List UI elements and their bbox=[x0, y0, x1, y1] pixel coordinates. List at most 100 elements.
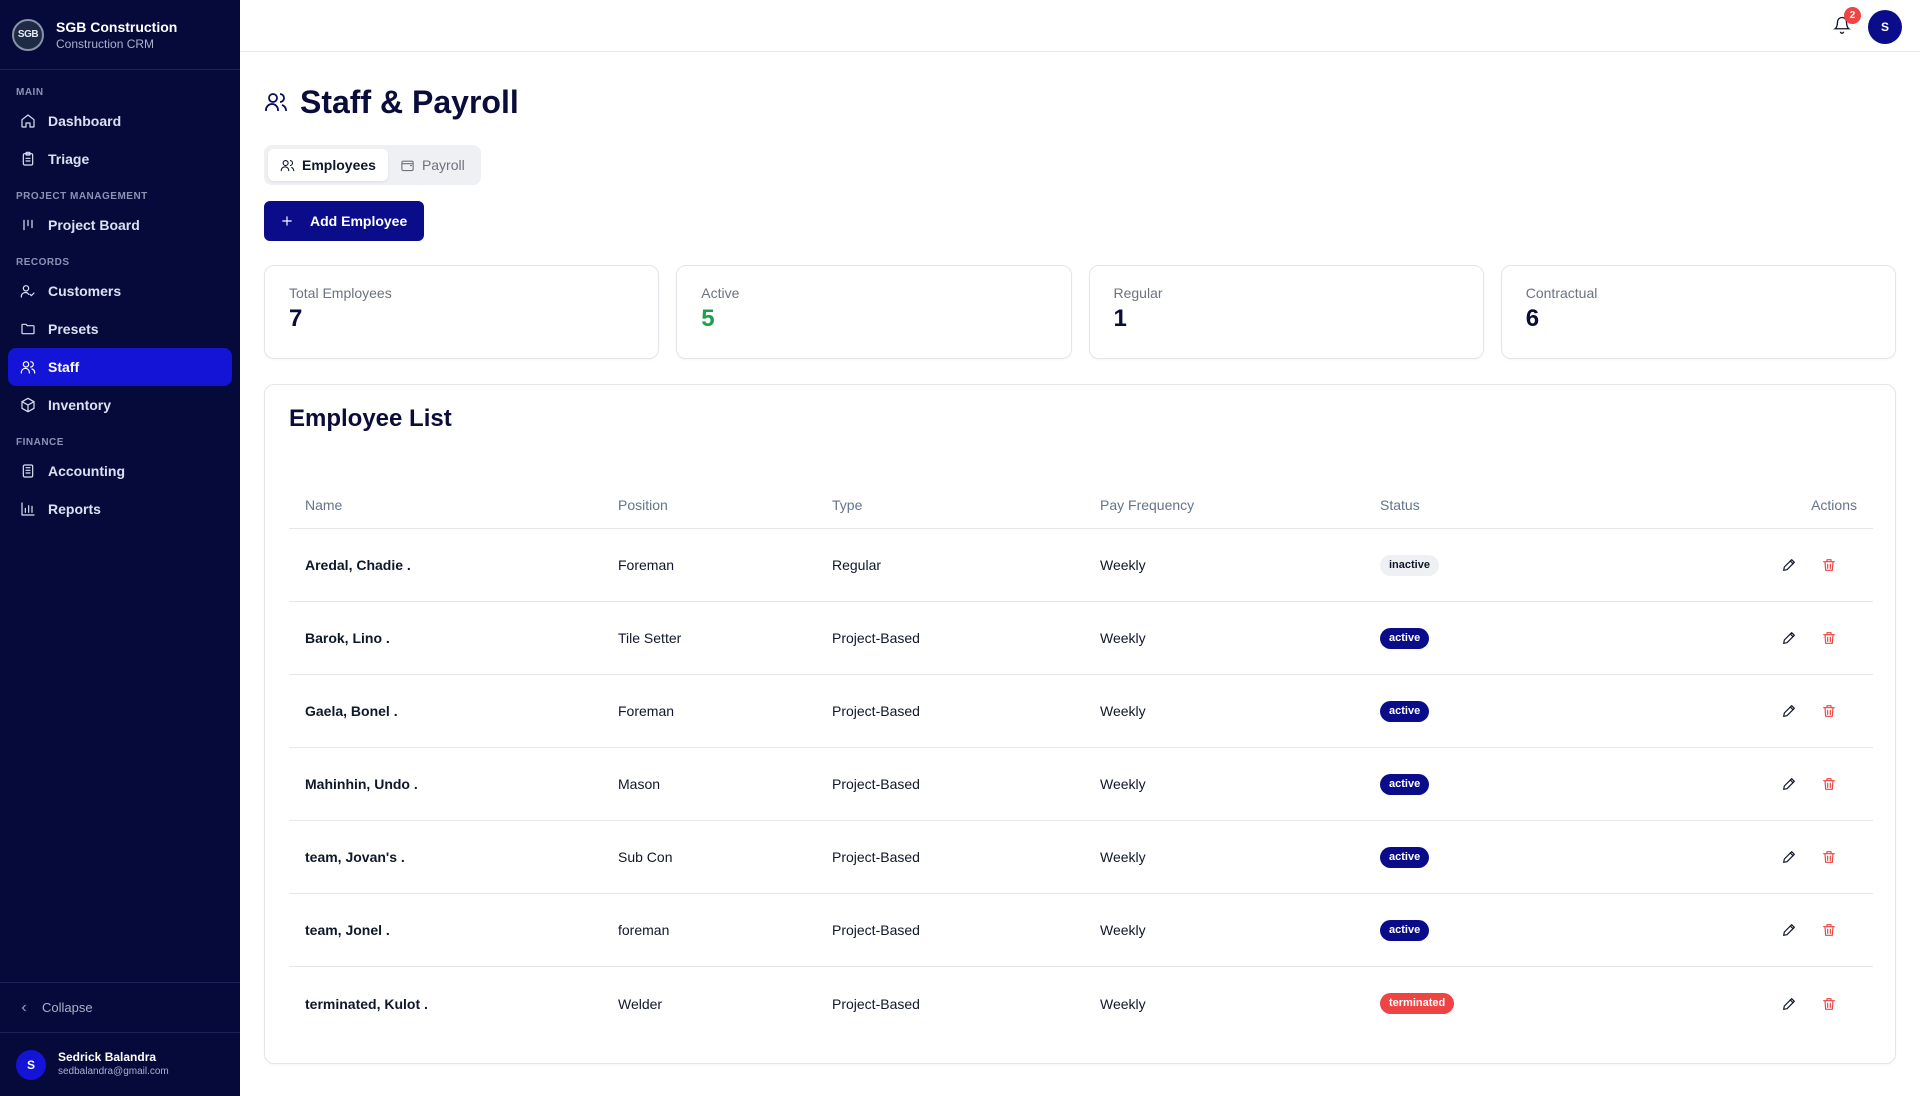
tab-list: Employees Payroll bbox=[264, 145, 481, 185]
tab-label: Employees bbox=[302, 157, 376, 173]
employee-pay-frequency: Weekly bbox=[1100, 995, 1146, 1012]
column-header-pay-frequency: Pay Frequency bbox=[1100, 496, 1195, 513]
page-header: Staff & Payroll bbox=[264, 80, 519, 124]
trash-icon[interactable] bbox=[1821, 849, 1837, 865]
table-header: Name Position Type Pay Frequency Status … bbox=[289, 481, 1873, 529]
stat-label: Total Employees bbox=[289, 285, 392, 301]
sidebar-item-label: Dashboard bbox=[48, 113, 122, 129]
trash-icon[interactable] bbox=[1821, 996, 1837, 1012]
sidebar-item-triage[interactable]: Triage bbox=[8, 140, 232, 178]
clipboard-icon bbox=[20, 151, 36, 167]
sidebar-item-label: Presets bbox=[48, 321, 99, 337]
sidebar-item-reports[interactable]: Reports bbox=[8, 490, 232, 528]
user-name: Sedrick Balandra bbox=[58, 1050, 157, 1064]
sidebar-item-presets[interactable]: Presets bbox=[8, 310, 232, 348]
sidebar-item-label: Accounting bbox=[48, 463, 125, 479]
users-icon bbox=[20, 359, 36, 375]
bar-chart-icon bbox=[20, 501, 36, 517]
stat-card-total-employees: Total Employees 7 bbox=[264, 265, 660, 359]
column-header-name: Name bbox=[305, 496, 343, 513]
employee-position: foreman bbox=[618, 922, 670, 938]
status-badge: terminated bbox=[1380, 993, 1455, 1014]
stat-value: 7 bbox=[289, 305, 303, 332]
employee-position: Foreman bbox=[618, 703, 675, 719]
ledger-icon bbox=[20, 463, 36, 479]
column-header-status: Status bbox=[1380, 496, 1420, 513]
trash-icon[interactable] bbox=[1821, 922, 1837, 938]
sidebar-item-inventory[interactable]: Inventory bbox=[8, 386, 232, 424]
trash-icon[interactable] bbox=[1821, 557, 1837, 573]
nav-section-project-management: PROJECT MANAGEMENT bbox=[16, 191, 148, 202]
card-title: Employee List bbox=[289, 405, 452, 432]
employee-type: Project-Based bbox=[832, 849, 920, 865]
sidebar-item-label: Reports bbox=[48, 501, 101, 517]
employee-name: Aredal, Chadie . bbox=[305, 557, 411, 573]
sidebar-item-project-board[interactable]: Project Board bbox=[8, 206, 232, 244]
topbar: 2 S bbox=[240, 0, 1920, 52]
status-badge: active bbox=[1380, 919, 1430, 941]
trash-icon[interactable] bbox=[1821, 776, 1837, 792]
edit-icon[interactable] bbox=[1781, 557, 1797, 573]
stat-value: 5 bbox=[701, 305, 715, 332]
employee-pay-frequency: Weekly bbox=[1100, 922, 1146, 938]
collapse-button[interactable]: Collapse bbox=[0, 982, 240, 1032]
status-badge: active bbox=[1380, 773, 1430, 795]
tab-label: Payroll bbox=[421, 157, 465, 173]
sidebar-item-customers[interactable]: Customers bbox=[8, 272, 232, 310]
employee-name: Gaela, Bonel . bbox=[305, 703, 398, 719]
employee-position: Welder bbox=[618, 995, 663, 1012]
sidebar-item-accounting[interactable]: Accounting bbox=[8, 452, 232, 490]
tab-payroll[interactable]: Payroll bbox=[388, 149, 477, 181]
edit-icon[interactable] bbox=[1781, 922, 1797, 938]
edit-icon[interactable] bbox=[1781, 703, 1797, 719]
column-header-actions: Actions bbox=[1811, 496, 1857, 513]
avatar: S bbox=[16, 1049, 46, 1080]
employee-table: Name Position Type Pay Frequency Status … bbox=[289, 481, 1873, 1040]
edit-icon[interactable] bbox=[1781, 776, 1797, 792]
column-header-position: Position bbox=[618, 496, 668, 513]
employee-type: Regular bbox=[832, 557, 882, 573]
edit-icon[interactable] bbox=[1781, 630, 1797, 646]
folder-icon bbox=[20, 321, 36, 337]
stat-value: 6 bbox=[1525, 305, 1540, 332]
stat-card-regular: Regular 1 bbox=[1088, 265, 1484, 359]
table-row[interactable]: terminated, Kulot . Welder Project-Based We… bbox=[289, 967, 1873, 1040]
add-employee-label: Add Employee bbox=[310, 213, 408, 229]
home-icon bbox=[20, 113, 36, 129]
page-title: Staff & Payroll bbox=[300, 83, 519, 120]
user-profile[interactable]: S Sedrick Balandra sedbalandra@gmail.com bbox=[0, 1032, 240, 1096]
tab-employees[interactable]: Employees bbox=[268, 149, 388, 181]
employee-list-card: Employee List Name Position Type Pay Fre… bbox=[264, 384, 1896, 1064]
add-employee-button[interactable]: Add Employee bbox=[264, 201, 424, 241]
user-email: sedbalandra@gmail.com bbox=[58, 1066, 169, 1077]
sidebar: SGB SGB Construction Construction CRM MA… bbox=[0, 0, 240, 1096]
sidebar-item-label: Inventory bbox=[48, 397, 112, 413]
stat-label: Active bbox=[701, 285, 740, 301]
users-icon bbox=[265, 93, 287, 111]
table-row[interactable]: team, Jovan's . Sub Con Project-Based Weekl… bbox=[289, 821, 1873, 894]
chevron-left-icon bbox=[21, 1004, 26, 1011]
nav-section-finance: FINANCE bbox=[16, 437, 64, 448]
table-row[interactable]: team, Jonel . foreman Project-Based Weekly a… bbox=[289, 894, 1873, 967]
table-row[interactable]: Aredal, Chadie . Foreman Regular Weekly inac… bbox=[289, 529, 1873, 602]
trash-icon[interactable] bbox=[1821, 703, 1837, 719]
package-icon bbox=[20, 397, 36, 413]
table-row[interactable]: Barok, Lino . Tile Setter Project-Based Wee… bbox=[289, 602, 1873, 675]
brand[interactable]: SGB SGB Construction Construction CRM bbox=[0, 0, 240, 70]
user-avatar-button[interactable]: S bbox=[1868, 10, 1902, 44]
employee-position: Mason bbox=[618, 776, 661, 792]
employee-pay-frequency: Weekly bbox=[1100, 630, 1146, 646]
employee-position: Sub Con bbox=[618, 849, 673, 865]
trash-icon[interactable] bbox=[1821, 630, 1837, 646]
sidebar-item-staff[interactable]: Staff bbox=[8, 348, 232, 386]
table-row[interactable]: Mahinhin, Undo . Mason Project-Based Weekly… bbox=[289, 748, 1873, 821]
sidebar-item-label: Customers bbox=[48, 283, 122, 299]
employee-pay-frequency: Weekly bbox=[1100, 849, 1146, 865]
sidebar-item-dashboard[interactable]: Dashboard bbox=[8, 102, 232, 140]
edit-icon[interactable] bbox=[1781, 849, 1797, 865]
table-row[interactable]: Gaela, Bonel . Foreman Project-Based Weekly… bbox=[289, 675, 1873, 748]
users-icon bbox=[280, 159, 295, 171]
edit-icon[interactable] bbox=[1781, 996, 1797, 1012]
employee-name: Mahinhin, Undo . bbox=[305, 776, 418, 792]
table-body: Aredal, Chadie . Foreman Regular Weekly inac… bbox=[289, 529, 1873, 1040]
